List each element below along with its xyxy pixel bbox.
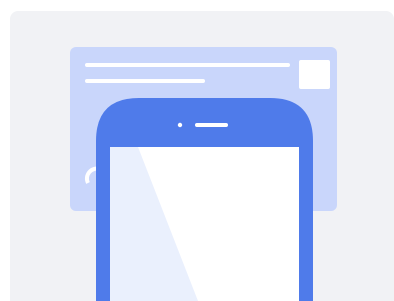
browser-header-line-short	[85, 79, 205, 83]
desktop-to-mobile-illustration	[70, 47, 337, 301]
smartphone-icon	[96, 98, 313, 301]
phone-camera	[177, 122, 183, 128]
browser-thumbnail	[299, 60, 330, 89]
illustration-card	[10, 11, 394, 301]
phone-speaker	[195, 123, 228, 127]
browser-header-line-long	[85, 63, 290, 67]
